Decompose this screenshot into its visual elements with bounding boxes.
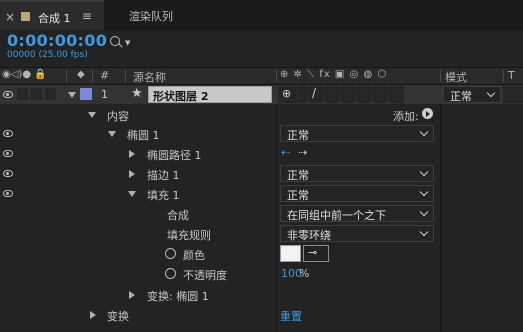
adjustment-switch[interactable] [373, 86, 388, 103]
color-label: 颜色 [183, 249, 205, 262]
chevron-down-icon [486, 88, 496, 98]
visibility-toggle[interactable] [0, 144, 16, 163]
property-row-fill-rule[interactable]: 填充规则 非零环绕 [0, 224, 523, 243]
chevron-down-icon [419, 127, 429, 137]
visibility-toggle[interactable] [0, 85, 16, 104]
chevron-down-icon: ▼ [125, 39, 131, 47]
composition-color-icon [21, 12, 30, 21]
chevron-down-icon [419, 207, 429, 217]
eyedropper-icon: ⊸ [308, 246, 318, 259]
play-arrow-icon [426, 111, 430, 117]
fill-color-swatch[interactable] [280, 245, 301, 262]
close-tab-icon[interactable]: × [5, 10, 15, 24]
tab-composition-label: 合成 1 [38, 12, 71, 25]
stroke-label: 描边 1 [147, 169, 180, 182]
source-name-header[interactable]: 源名称 [133, 69, 166, 85]
shape-layer-star-icon: ★ [131, 86, 143, 101]
frame-rate-display: 00000 (25.00 fps) [7, 50, 88, 60]
tab-render-queue[interactable]: 渲染队列 [129, 8, 173, 24]
add-menu-button[interactable] [422, 108, 433, 119]
property-row-stroke[interactable]: 描边 1 正常 [0, 164, 523, 183]
stroke-mode-dropdown[interactable]: 正常 [280, 165, 434, 182]
mode-header: 模式 [445, 71, 467, 84]
expand-triangle-icon[interactable] [68, 92, 76, 98]
ellipse-mode-dropdown[interactable]: 正常 [280, 125, 434, 142]
timeline-column-header: ◉◁)● 🔒 ◆ # 源名称 ⊕ ✲ ⟍ fx ▣ ◎ ◍ ⬡ 模式 T [0, 67, 523, 85]
property-row-composite[interactable]: 合成 在同组中前一个之下 [0, 204, 523, 223]
visibility-toggle[interactable] [0, 164, 16, 183]
track-matte-header: T [508, 69, 515, 82]
panel-menu-icon[interactable]: ≡ [82, 9, 92, 23]
quality-switch[interactable]: / [309, 86, 324, 103]
anchor-icon: ⊕ [282, 87, 292, 100]
property-row-opacity[interactable]: 不透明度 100 % [0, 264, 523, 283]
transform-label: 变换 [107, 310, 129, 323]
motion-blur-switch[interactable] [357, 86, 372, 103]
add-label[interactable]: 添加: [393, 108, 419, 124]
chevron-down-icon [419, 187, 429, 197]
layer-name-field[interactable]: 形状图层 2 [148, 86, 272, 103]
fill-rule-label: 填充规则 [167, 229, 211, 242]
tab-composition[interactable]: × 合成 1 ≡ [0, 0, 104, 30]
property-row-transform-ellipse[interactable]: 变换: 椭圆 1 [0, 285, 523, 304]
track-matte-cell[interactable] [503, 86, 523, 103]
reset-link[interactable]: 重置 [280, 308, 302, 324]
eyedropper-button[interactable]: ⊸ [303, 245, 329, 262]
opacity-label: 不透明度 [183, 269, 227, 282]
effect-switch[interactable] [325, 86, 340, 103]
composite-dropdown[interactable]: 在同组中前一个之下 [280, 205, 434, 222]
property-row-contents[interactable]: 内容 添加: [0, 105, 523, 124]
chevron-down-icon [419, 167, 429, 177]
3d-layer-switch[interactable] [389, 86, 404, 103]
ellipse-path-label: 椭圆路径 1 [147, 149, 202, 162]
expand-triangle-icon[interactable] [88, 112, 96, 118]
visibility-toggle[interactable] [0, 124, 16, 143]
expand-triangle-icon[interactable] [128, 191, 136, 197]
property-row-transform[interactable]: 变换 重置 [0, 305, 523, 324]
fill-rule-dropdown[interactable]: 非零环绕 [280, 225, 434, 242]
visibility-toggle[interactable] [0, 184, 16, 203]
path-direction-icon[interactable]: ⇠ [281, 146, 290, 159]
expand-triangle-icon[interactable] [129, 170, 135, 178]
audio-toggle[interactable] [17, 88, 28, 100]
stopwatch-icon[interactable] [165, 248, 176, 259]
layer-name: 形状图层 2 [153, 90, 209, 103]
label-tag-icon: ◆ [77, 69, 85, 80]
property-row-color[interactable]: 颜色 [0, 244, 523, 263]
expand-triangle-icon[interactable] [129, 150, 135, 158]
quality-slash-icon: / [312, 86, 317, 100]
fill-mode-dropdown[interactable]: 正常 [280, 185, 434, 202]
property-row-fill[interactable]: 填充 1 正常 [0, 184, 523, 203]
composite-label: 合成 [167, 209, 189, 222]
lock-toggle[interactable] [45, 88, 56, 100]
layer-search-field[interactable]: ▼ [104, 34, 523, 56]
layer-number-header: # [100, 69, 110, 82]
collapse-switch[interactable] [298, 86, 308, 103]
contents-label: 内容 [107, 110, 129, 123]
solo-toggle[interactable] [31, 88, 42, 100]
property-row-ellipse[interactable]: 椭圆 1 正常 [0, 124, 523, 143]
transform-ellipse-label: 变换: 椭圆 1 [147, 290, 209, 303]
shy-switch[interactable]: ⊕ [278, 86, 297, 103]
layer-index: 1 [101, 88, 108, 101]
property-row-ellipse-path[interactable]: 椭圆路径 1 ⇠ ⇢ [0, 144, 523, 163]
layer-label-color[interactable] [80, 88, 92, 100]
opacity-unit: % [299, 267, 310, 280]
av-switch-header-icons: ◉◁)● 🔒 [2, 69, 47, 80]
ellipse-group-label: 椭圆 1 [127, 129, 160, 142]
expand-triangle-icon[interactable] [108, 131, 116, 137]
current-time-display[interactable]: 0:00:00:00 [7, 31, 107, 50]
panel-tab-bar: × 合成 1 ≡ 渲染队列 [0, 0, 523, 30]
frame-blend-switch[interactable] [341, 86, 356, 103]
layer-switches-header-icons: ⊕ ✲ ⟍ fx ▣ ◎ ◍ ⬡ [280, 69, 388, 80]
stopwatch-icon[interactable] [165, 268, 176, 279]
fill-label: 填充 1 [147, 189, 180, 202]
chevron-down-icon [419, 227, 429, 237]
expand-triangle-icon[interactable] [129, 291, 135, 299]
layer-mode-dropdown[interactable]: 正常 [443, 86, 501, 103]
layer-row[interactable]: 1 ★ 形状图层 2 ⊕ / 正常 [0, 85, 523, 104]
reverse-path-direction-icon[interactable]: ⇢ [298, 146, 307, 159]
expand-triangle-icon[interactable] [90, 311, 96, 319]
